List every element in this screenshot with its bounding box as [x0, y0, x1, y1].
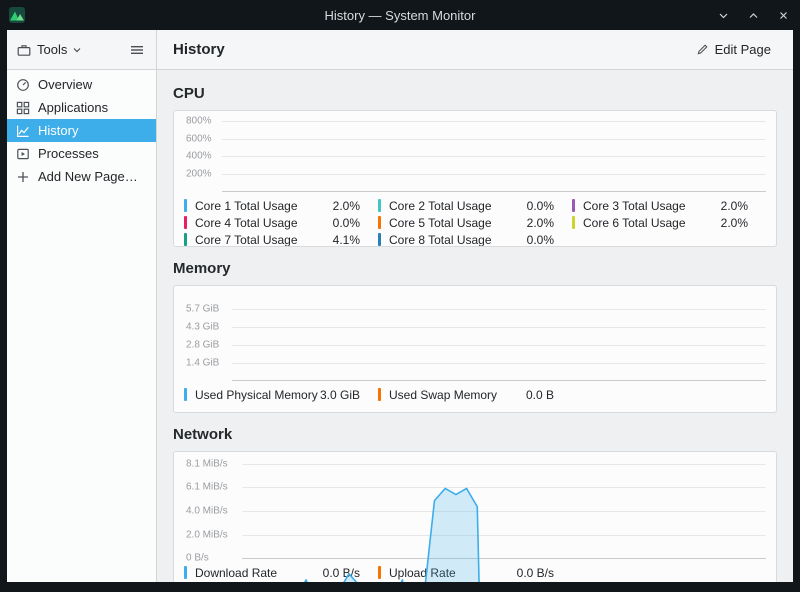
chevron-down-icon	[73, 47, 81, 53]
sidebar-item-applications[interactable]: Applications	[7, 96, 156, 119]
edit-page-label: Edit Page	[715, 42, 771, 57]
hamburger-menu-icon[interactable]	[126, 39, 148, 61]
y-axis-label: 2.8 GiB	[186, 340, 219, 351]
network-section-title: Network	[173, 426, 777, 443]
tools-menu-button[interactable]: Tools	[15, 38, 83, 61]
y-axis-label: 200%	[186, 168, 212, 179]
sidebar: Overview Applications History Processes	[7, 70, 157, 582]
y-axis-label: 8.1 MiB/s	[186, 458, 228, 469]
network-plot	[242, 458, 766, 582]
cpu-chart: 800% 600% 400% 200%	[184, 117, 766, 191]
memory-plot	[232, 292, 766, 413]
sidebar-header: Tools	[7, 30, 157, 69]
y-axis-label: 0 B/s	[186, 553, 209, 564]
y-axis-label: 400%	[186, 151, 212, 162]
briefcase-icon	[17, 43, 31, 57]
window-frame: Tools History Edit Page	[0, 30, 800, 592]
network-chart: 8.1 MiB/s6.1 MiB/s4.0 MiB/s2.0 MiB/s0 B/…	[184, 458, 766, 558]
y-axis-label: 2.0 MiB/s	[186, 529, 228, 540]
sidebar-item-label: Processes	[38, 146, 99, 161]
sidebar-item-label: Overview	[38, 77, 92, 92]
legend-color-marker	[184, 199, 187, 212]
y-axis-label: 6.1 MiB/s	[186, 482, 228, 493]
sidebar-item-add-new-page[interactable]: Add New Page…	[7, 165, 156, 188]
y-axis-label: 5.7 GiB	[186, 304, 219, 315]
sidebar-item-label: Applications	[38, 100, 108, 115]
y-axis-label: 600%	[186, 133, 212, 144]
grid-icon	[16, 101, 30, 115]
y-axis-label: 4.3 GiB	[186, 321, 219, 332]
gauge-icon	[16, 78, 30, 92]
y-axis-label: 1.4 GiB	[186, 357, 219, 368]
network-history-card: 8.1 MiB/s 6.1 MiB/s 4.0 MiB/s 2.0 MiB/s 0 B/…	[173, 451, 777, 582]
legend-color-marker	[184, 566, 187, 579]
y-axis-label: 4.0 MiB/s	[186, 506, 228, 517]
toolbar: Tools History Edit Page	[7, 30, 793, 70]
sidebar-item-overview[interactable]: Overview	[7, 73, 156, 96]
cpu-section-title: CPU	[173, 85, 777, 102]
memory-section-title: Memory	[173, 260, 777, 277]
minimize-icon[interactable]	[716, 8, 730, 22]
page-header: History Edit Page	[157, 30, 793, 69]
window-controls	[716, 0, 790, 30]
sidebar-item-processes[interactable]: Processes	[7, 142, 156, 165]
edit-page-button[interactable]: Edit Page	[690, 38, 777, 61]
titlebar: History — System Monitor	[0, 0, 800, 30]
y-axis-label: 800%	[186, 116, 212, 127]
close-icon[interactable]	[776, 8, 790, 22]
maximize-icon[interactable]	[746, 8, 760, 22]
pencil-icon	[696, 43, 709, 56]
legend-color-marker	[184, 388, 187, 401]
memory-history-card: 5.7 GiB4.3 GiB2.8 GiB1.4 GiB Used Physic…	[173, 285, 777, 413]
run-process-icon	[16, 147, 30, 161]
memory-chart: 5.7 GiB 4.3 GiB 2.8 GiB 1.4 GiB	[184, 292, 766, 380]
legend-color-marker	[184, 233, 187, 246]
window-title: History — System Monitor	[0, 8, 800, 23]
line-chart-icon	[16, 124, 30, 138]
cpu-history-card: 800%600%400%200% Core 1 Total Usage2.0%C…	[173, 110, 777, 247]
sidebar-item-history[interactable]: History	[7, 119, 156, 142]
plus-icon	[16, 170, 30, 184]
legend-color-marker	[184, 216, 187, 229]
page-title: History	[173, 41, 225, 58]
tools-label: Tools	[37, 42, 67, 57]
sidebar-item-label: History	[38, 123, 78, 138]
cpu-plot	[222, 117, 766, 247]
sidebar-item-label: Add New Page…	[38, 169, 138, 184]
history-page: CPU 800%600%400%200% Core 1 Total Usage2…	[157, 70, 793, 582]
